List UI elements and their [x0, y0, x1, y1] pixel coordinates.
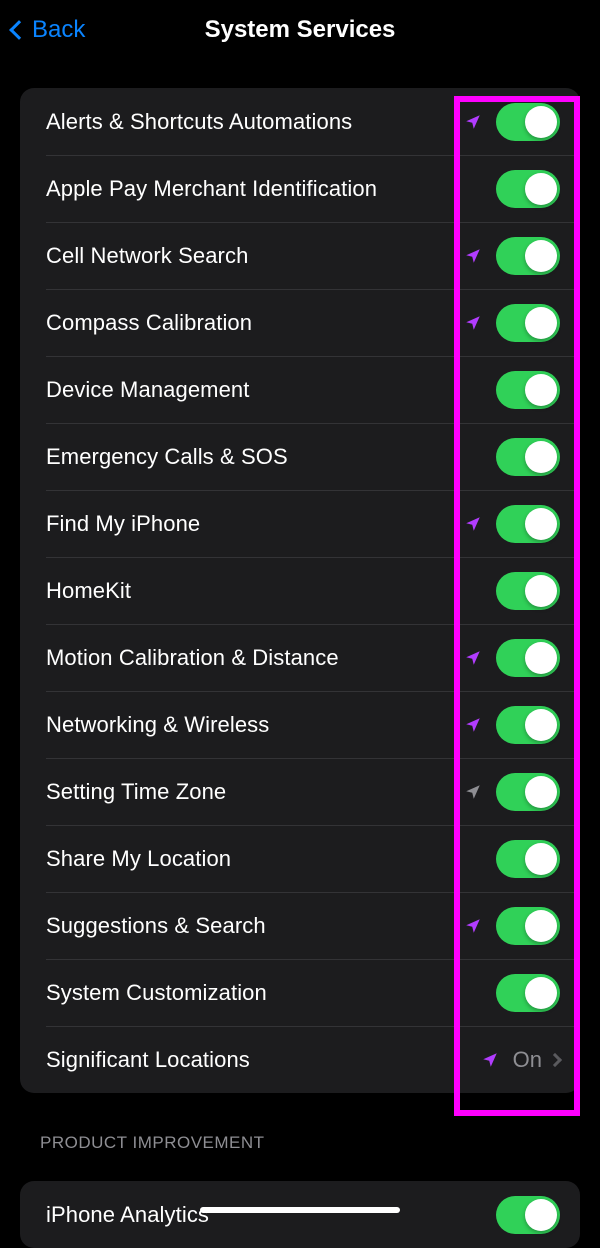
toggle-switch[interactable] — [496, 1196, 560, 1234]
toggle-switch[interactable] — [496, 974, 560, 1012]
toggle-knob — [525, 575, 557, 607]
chevron-right-icon — [548, 1052, 562, 1066]
toggle-knob — [525, 374, 557, 406]
setting-row: Cell Network Search — [20, 222, 580, 289]
setting-label: Compass Calibration — [46, 310, 464, 336]
setting-row: Networking & Wireless — [20, 691, 580, 758]
location-arrow-icon — [481, 1051, 499, 1069]
toggle-switch[interactable] — [496, 371, 560, 409]
setting-row: Apple Pay Merchant Identification — [20, 155, 580, 222]
toggle-knob — [525, 1199, 557, 1231]
toggle-switch[interactable] — [496, 170, 560, 208]
toggle-switch[interactable] — [496, 304, 560, 342]
setting-label: Emergency Calls & SOS — [46, 444, 496, 470]
setting-row: Share My Location — [20, 825, 580, 892]
setting-label: Share My Location — [46, 846, 496, 872]
location-arrow-icon — [464, 783, 482, 801]
toggle-switch[interactable] — [496, 438, 560, 476]
toggle-knob — [525, 642, 557, 674]
location-arrow-icon — [464, 716, 482, 734]
section-header: PRODUCT IMPROVEMENT — [40, 1133, 580, 1153]
setting-row: System Customization — [20, 959, 580, 1026]
toggle-knob — [525, 776, 557, 808]
location-arrow-icon — [464, 314, 482, 332]
toggle-switch[interactable] — [496, 505, 560, 543]
setting-row: iPhone Analytics — [20, 1181, 580, 1248]
location-arrow-icon — [464, 515, 482, 533]
toggle-switch[interactable] — [496, 639, 560, 677]
setting-row: HomeKit — [20, 557, 580, 624]
setting-label: Setting Time Zone — [46, 779, 464, 805]
toggle-switch[interactable] — [496, 103, 560, 141]
toggle-knob — [525, 441, 557, 473]
toggle-switch[interactable] — [496, 706, 560, 744]
setting-label: Significant Locations — [46, 1047, 481, 1073]
setting-label: iPhone Analytics — [46, 1202, 496, 1228]
back-button[interactable]: Back — [12, 16, 85, 44]
settings-list-2: iPhone Analytics — [20, 1181, 580, 1248]
settings-list: Alerts & Shortcuts Automations Apple Pay … — [20, 88, 580, 1093]
setting-row: Setting Time Zone — [20, 758, 580, 825]
chevron-left-icon — [9, 20, 29, 40]
setting-row: Suggestions & Search — [20, 892, 580, 959]
setting-label: Suggestions & Search — [46, 913, 464, 939]
location-arrow-icon — [464, 113, 482, 131]
setting-row[interactable]: Significant Locations On — [20, 1026, 580, 1093]
location-arrow-icon — [464, 649, 482, 667]
home-indicator[interactable] — [200, 1207, 400, 1213]
setting-label: Networking & Wireless — [46, 712, 464, 738]
toggle-knob — [525, 709, 557, 741]
page-title: System Services — [0, 16, 600, 44]
toggle-knob — [525, 977, 557, 1009]
toggle-switch[interactable] — [496, 840, 560, 878]
setting-label: Apple Pay Merchant Identification — [46, 176, 496, 202]
toggle-switch[interactable] — [496, 237, 560, 275]
nav-bar: Back System Services — [0, 0, 600, 60]
toggle-switch[interactable] — [496, 773, 560, 811]
toggle-switch[interactable] — [496, 907, 560, 945]
location-arrow-icon — [464, 917, 482, 935]
setting-row: Find My iPhone — [20, 490, 580, 557]
toggle-knob — [525, 240, 557, 272]
setting-row: Device Management — [20, 356, 580, 423]
toggle-knob — [525, 843, 557, 875]
detail-value: On — [513, 1047, 542, 1073]
toggle-knob — [525, 307, 557, 339]
toggle-knob — [525, 508, 557, 540]
toggle-knob — [525, 106, 557, 138]
setting-label: System Customization — [46, 980, 496, 1006]
setting-label: Motion Calibration & Distance — [46, 645, 464, 671]
toggle-switch[interactable] — [496, 572, 560, 610]
setting-row: Emergency Calls & SOS — [20, 423, 580, 490]
setting-label: Cell Network Search — [46, 243, 464, 269]
setting-label: HomeKit — [46, 578, 496, 604]
location-arrow-icon — [464, 247, 482, 265]
toggle-knob — [525, 910, 557, 942]
setting-row: Alerts & Shortcuts Automations — [20, 88, 580, 155]
back-label: Back — [32, 16, 85, 44]
setting-row: Compass Calibration — [20, 289, 580, 356]
setting-label: Find My iPhone — [46, 511, 464, 537]
setting-row: Motion Calibration & Distance — [20, 624, 580, 691]
setting-label: Alerts & Shortcuts Automations — [46, 109, 464, 135]
toggle-knob — [525, 173, 557, 205]
setting-label: Device Management — [46, 377, 496, 403]
